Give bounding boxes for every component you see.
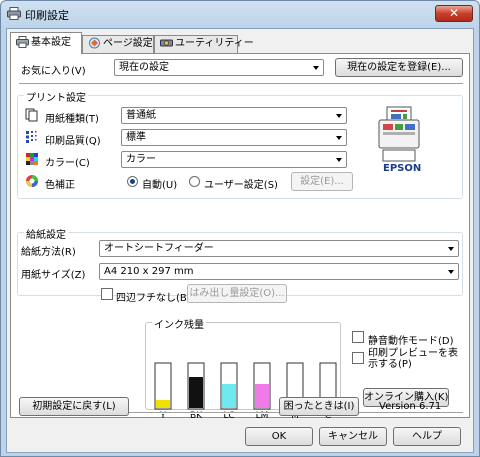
- paper-source-select[interactable]: オートシートフィーダー: [99, 240, 459, 257]
- tab-label: ユーティリティー: [175, 38, 254, 49]
- color-label: カラー(C): [45, 158, 90, 169]
- paper-source-value: オートシートフィーダー: [104, 243, 214, 254]
- version-label: Version 6.71: [379, 401, 442, 412]
- paper-size-select[interactable]: A4 210 x 297 mm: [99, 263, 459, 280]
- print-quality-icon: [26, 131, 37, 143]
- tab-label: 基本設定: [31, 37, 71, 48]
- chevron-down-icon: [336, 158, 342, 162]
- favorites-label: お気に入り(V): [21, 66, 86, 77]
- paper-source-label: 給紙方法(R): [21, 247, 76, 258]
- chevron-down-icon: [448, 247, 454, 251]
- color-correction-icon: [26, 175, 38, 187]
- paper-size-value: A4 210 x 297 mm: [104, 266, 194, 277]
- close-button[interactable]: ✕: [435, 5, 473, 22]
- preview-checkbox[interactable]: [352, 352, 364, 364]
- utility-icon: [160, 39, 173, 47]
- ink-level-fill: [222, 384, 236, 408]
- ink-tank-lm: [253, 362, 271, 410]
- print-settings-window: 印刷設定 ✕ 基本設定 ページ設定 ユーティリティー お気に入り(V) 現在の設…: [0, 0, 480, 457]
- ink-level-fill: [255, 384, 269, 408]
- color-settings-button[interactable]: 設定(E)...: [291, 172, 353, 191]
- cancel-button[interactable]: キャンセル: [319, 427, 387, 446]
- printer-tab-icon: [16, 36, 29, 48]
- chevron-down-icon: [336, 136, 342, 140]
- print-quality-label: 印刷品質(Q): [45, 136, 101, 147]
- ink-level-fill: [189, 377, 203, 408]
- print-quality-value: 標準: [126, 132, 146, 143]
- paper-feed-title: 給紙設定: [24, 226, 68, 241]
- auto-radio-label: 自動(U): [142, 180, 178, 191]
- color-value: カラー: [126, 154, 156, 165]
- chevron-down-icon: [313, 66, 319, 70]
- register-settings-button[interactable]: 現在の設定を登録(E)...: [335, 58, 463, 77]
- window-title: 印刷設定: [25, 9, 69, 22]
- ink-tank-lc: [220, 362, 238, 410]
- quiet-mode-label: 静音動作モード(D): [368, 336, 454, 347]
- paper-type-label: 用紙種類(T): [45, 114, 99, 125]
- color-correction-label: 色補正: [45, 180, 75, 191]
- epson-printer-icon: [378, 106, 420, 162]
- tab-utility[interactable]: ユーティリティー: [154, 35, 254, 53]
- user-settings-radio[interactable]: [189, 176, 200, 187]
- ok-button[interactable]: OK: [245, 427, 313, 446]
- reset-defaults-button[interactable]: 初期設定に戻す(L): [19, 397, 129, 416]
- borderless-label: 四辺フチなし(B): [116, 293, 191, 304]
- preview-label: 印刷プレビューを表示する(P): [368, 348, 458, 370]
- tab-label: ページ設定: [103, 38, 153, 49]
- paper-type-icon: [25, 108, 38, 122]
- favorites-select[interactable]: 現在の設定: [114, 59, 324, 76]
- color-select[interactable]: カラー: [121, 151, 347, 168]
- color-icon: [26, 153, 38, 165]
- ink-levels-title: インク残量: [152, 316, 206, 331]
- troubleshooting-button[interactable]: 困ったときは(I): [279, 397, 359, 416]
- chevron-down-icon: [448, 270, 454, 274]
- divider: [19, 83, 463, 85]
- ink-tank-bk: [187, 362, 205, 410]
- print-quality-select[interactable]: 標準: [121, 129, 347, 146]
- dialog-client: 基本設定 ページ設定 ユーティリティー お気に入り(V) 現在の設定 現在の設定…: [6, 28, 474, 453]
- print-settings-title: プリント設定: [24, 89, 88, 104]
- ink-level-fill: [156, 400, 170, 408]
- epson-logo: EPSON: [383, 163, 422, 174]
- user-settings-radio-label: ユーザー設定(S): [204, 180, 278, 191]
- chevron-down-icon: [336, 114, 342, 118]
- auto-radio[interactable]: [127, 176, 138, 187]
- ink-tank-y: [154, 362, 172, 410]
- page-setup-icon: [89, 37, 100, 49]
- favorites-value: 現在の設定: [119, 62, 169, 73]
- paper-type-select[interactable]: 普通紙: [121, 107, 347, 124]
- basic-settings-panel: お気に入り(V) 現在の設定 現在の設定を登録(E)... プリント設定 用紙種…: [10, 53, 470, 421]
- paper-type-value: 普通紙: [126, 110, 156, 121]
- help-button[interactable]: ヘルプ: [393, 427, 461, 446]
- tab-basic-settings[interactable]: 基本設定: [10, 32, 82, 54]
- tab-page-setup[interactable]: ページ設定: [82, 35, 154, 53]
- title-bar[interactable]: 印刷設定 ✕: [1, 1, 479, 27]
- overflow-settings-button[interactable]: はみ出し量設定(O)...: [187, 284, 287, 303]
- borderless-checkbox[interactable]: [101, 288, 113, 300]
- printer-icon: [7, 7, 21, 20]
- paper-size-label: 用紙サイズ(Z): [21, 270, 86, 281]
- quiet-mode-checkbox[interactable]: [352, 331, 364, 343]
